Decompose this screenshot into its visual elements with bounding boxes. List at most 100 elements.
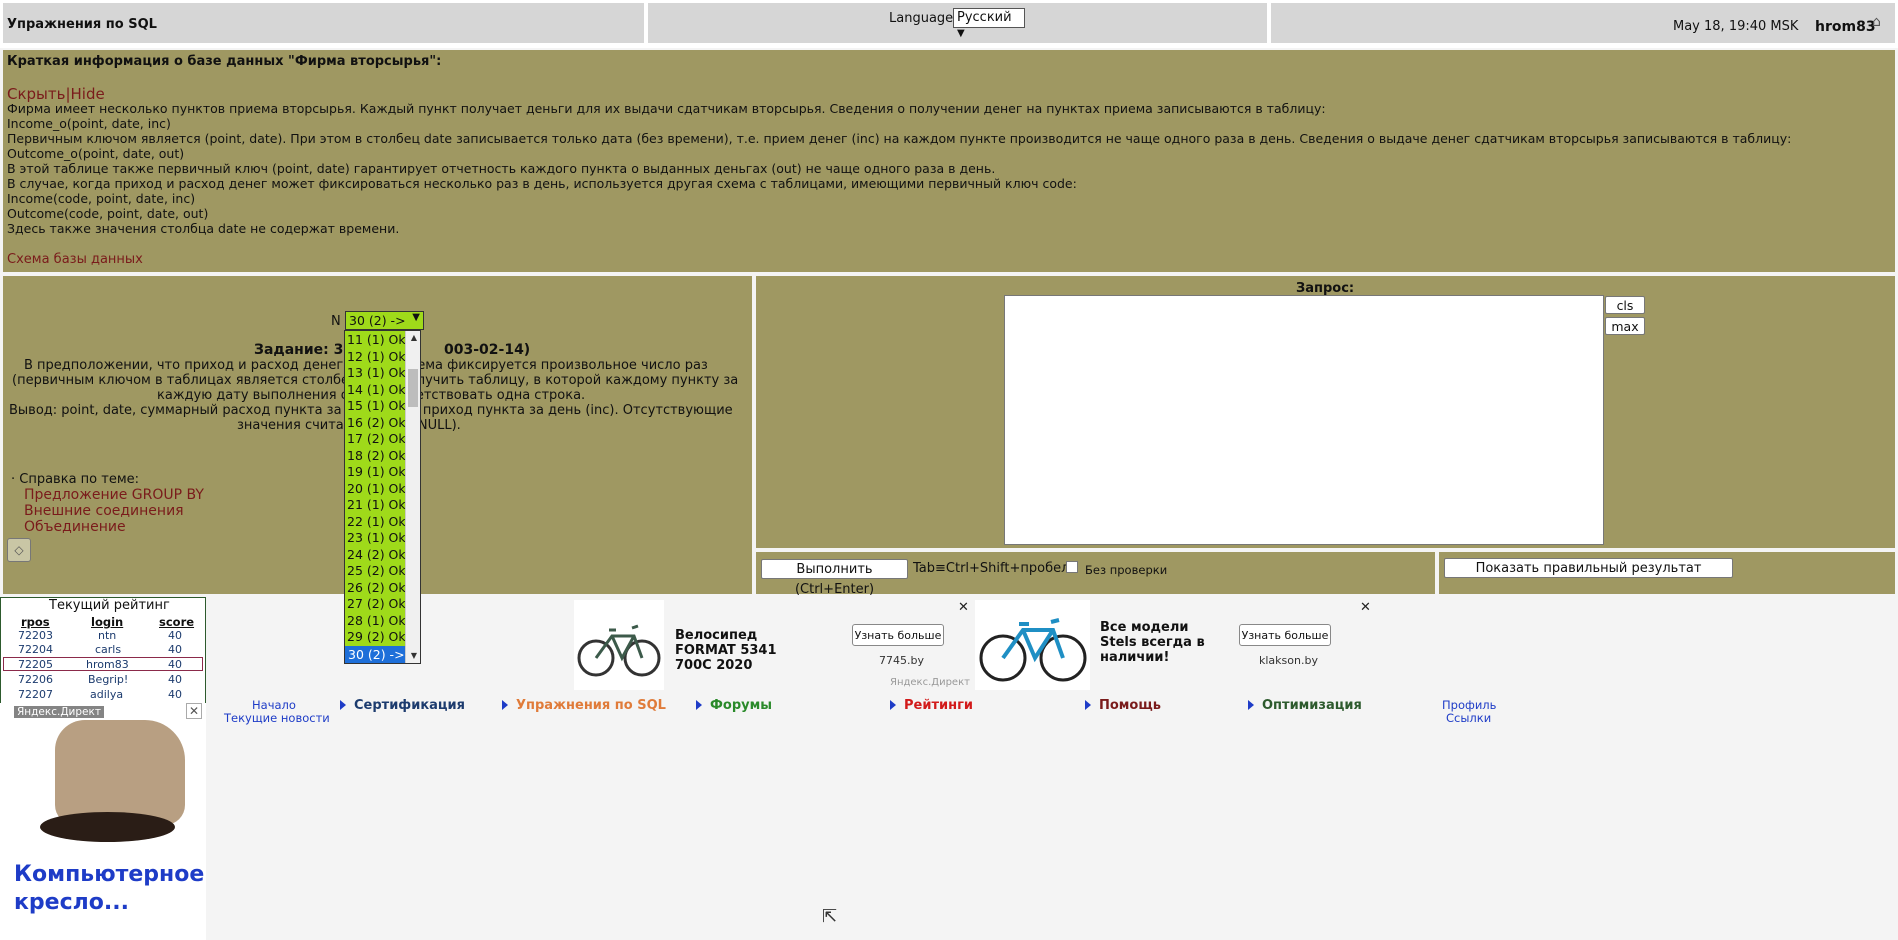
dropdown-option[interactable]: 13 (1) Ok bbox=[347, 365, 407, 381]
username[interactable]: hrom83 bbox=[1815, 19, 1876, 35]
learn-more-button[interactable]: Узнать больше bbox=[852, 624, 944, 646]
help-link-union[interactable]: Объединение bbox=[24, 519, 126, 535]
dropdown-option[interactable]: 11 (1) Ok bbox=[347, 332, 407, 348]
rating-rpos: 72203 bbox=[18, 629, 53, 642]
dropdown-option[interactable]: 25 (2) Ok bbox=[347, 563, 407, 579]
nav-profile[interactable]: Профиль bbox=[1442, 698, 1496, 712]
dropdown-option[interactable]: 18 (2) Ok bbox=[347, 448, 407, 464]
rating-login[interactable]: adilya bbox=[90, 688, 123, 701]
bike-ad-image[interactable] bbox=[574, 600, 664, 690]
dropdown-option[interactable]: 17 (2) Ok bbox=[347, 431, 407, 447]
close-icon[interactable]: ✕ bbox=[958, 600, 969, 615]
bike-ad-title[interactable]: Велосипед FORMAT 5341 700C 2020 bbox=[675, 628, 815, 673]
bike-ad-image[interactable] bbox=[975, 600, 1090, 690]
max-button[interactable]: max bbox=[1605, 317, 1645, 335]
close-icon[interactable]: ✕ bbox=[186, 703, 202, 719]
dropdown-option[interactable]: 29 (2) Ok bbox=[347, 629, 407, 645]
rating-rpos: 72207 bbox=[18, 688, 53, 701]
task-number-label: N bbox=[331, 314, 341, 329]
bike-ad-title[interactable]: Все модели Stels всегда в наличии! bbox=[1100, 620, 1220, 665]
nav-forums[interactable]: Форумы bbox=[710, 698, 772, 713]
help-link-group-by[interactable]: Предложение GROUP BY bbox=[24, 487, 204, 503]
language-select[interactable]: Русский ▼ bbox=[953, 8, 1025, 39]
rating-login[interactable]: hrom83 bbox=[86, 658, 129, 671]
rating-header-rpos[interactable]: rpos bbox=[21, 615, 50, 629]
info-line: Income(code, point, date, inc) bbox=[7, 191, 196, 206]
rating-header-login[interactable]: login bbox=[91, 615, 123, 629]
rating-score: 40 bbox=[168, 688, 182, 701]
nav-links[interactable]: Ссылки bbox=[1446, 711, 1491, 725]
chair-ad-text[interactable]: Компьютерное кресло... bbox=[14, 861, 204, 917]
info-line: Outcome(code, point, date, out) bbox=[7, 206, 209, 221]
dropdown-option[interactable]: 26 (2) Ok bbox=[347, 580, 407, 596]
schema-link[interactable]: Схема базы данных bbox=[7, 252, 143, 267]
no-check-checkbox[interactable] bbox=[1066, 561, 1078, 573]
chair-image[interactable] bbox=[55, 720, 185, 825]
yandex-direct-label: Яндекс.Директ bbox=[14, 706, 104, 718]
rating-score: 40 bbox=[168, 673, 182, 686]
scroll-down-icon[interactable]: ▼ bbox=[411, 651, 417, 660]
dropdown-option[interactable]: 16 (2) Ok bbox=[347, 415, 407, 431]
rating-login[interactable]: ntn bbox=[98, 629, 116, 642]
nav-news[interactable]: Текущие новости bbox=[224, 711, 330, 725]
task-select-value: 30 (2) -> bbox=[349, 313, 406, 328]
info-line: Фирма имеет несколько пунктов приема вто… bbox=[7, 101, 1326, 116]
nav-help[interactable]: Помощь bbox=[1099, 698, 1161, 713]
dropdown-option[interactable]: 21 (1) Ok bbox=[347, 497, 407, 513]
dropdown-option[interactable]: 14 (1) Ok bbox=[347, 382, 407, 398]
execute-button[interactable]: Выполнить (Ctrl+Enter) bbox=[761, 559, 908, 597]
info-arrow-icon[interactable]: ◇ bbox=[7, 538, 31, 562]
nav-exercises[interactable]: Упражнения по SQL bbox=[516, 698, 666, 713]
dropdown-option[interactable]: 28 (1) Ok bbox=[347, 613, 407, 629]
dropdown-option[interactable]: 20 (1) Ok bbox=[347, 481, 407, 497]
learn-more-button[interactable]: Узнать больше bbox=[1239, 624, 1331, 646]
task-select[interactable]: 30 (2) -> ▼ bbox=[345, 311, 424, 330]
nav-ratings[interactable]: Рейтинги bbox=[904, 698, 973, 713]
show-result-button[interactable]: Показать правильный результат bbox=[1444, 558, 1733, 578]
dropdown-option[interactable]: 23 (1) Ok bbox=[347, 530, 407, 546]
info-title: Краткая информация о базе данных "Фирма … bbox=[7, 54, 442, 69]
close-icon[interactable]: ✕ bbox=[1360, 600, 1371, 615]
scrollbar-thumb[interactable] bbox=[408, 369, 418, 407]
nav-start[interactable]: Начало bbox=[252, 698, 296, 712]
home-icon[interactable]: ⌂ bbox=[1872, 14, 1886, 30]
site-title: Упражнения по SQL bbox=[7, 17, 157, 32]
help-label: · Справка по теме: bbox=[11, 472, 140, 487]
ad-domain[interactable]: klakson.by bbox=[1259, 654, 1318, 667]
task-title-date: 003-02-14) bbox=[444, 342, 531, 358]
rating-score: 40 bbox=[168, 643, 182, 656]
dropdown-option[interactable]: 15 (1) Ok bbox=[347, 398, 407, 414]
rating-login[interactable]: Begrip! bbox=[88, 673, 128, 686]
rating-login[interactable]: carls bbox=[95, 643, 121, 656]
hotkey-label: Tab≡Ctrl+Shift+пробел bbox=[913, 561, 1070, 576]
nav-optimization[interactable]: Оптимизация bbox=[1262, 698, 1362, 713]
dropdown-scrollbar[interactable]: ▲ ▼ bbox=[405, 331, 420, 663]
dropdown-option-selected[interactable]: 30 (2) -> bbox=[345, 646, 406, 663]
info-line: В случае, когда приход и расход денег мо… bbox=[7, 176, 1077, 191]
arrow-right-icon bbox=[340, 700, 346, 710]
help-link-outer-joins[interactable]: Внешние соединения bbox=[24, 503, 184, 519]
dropdown-option[interactable]: 27 (2) Ok bbox=[347, 596, 407, 612]
arrow-right-icon bbox=[502, 700, 508, 710]
chevron-down-icon: ▼ bbox=[412, 312, 420, 323]
arrow-right-icon bbox=[890, 700, 896, 710]
rating-header-score[interactable]: score bbox=[159, 615, 194, 629]
rating-score: 40 bbox=[168, 658, 182, 671]
dropdown-option[interactable]: 24 (2) Ok bbox=[347, 547, 407, 563]
top-bar-right bbox=[1271, 3, 1895, 43]
task-dropdown-list[interactable]: 11 (1) Ok 12 (1) Ok 13 (1) Ok 14 (1) Ok … bbox=[344, 330, 421, 664]
chevron-down-icon: ▼ bbox=[957, 28, 965, 39]
datetime: May 18, 19:40 MSK bbox=[1673, 19, 1799, 34]
rating-title: Текущий рейтинг bbox=[49, 598, 170, 613]
no-check-label: Без проверки bbox=[1085, 563, 1168, 577]
scroll-up-icon[interactable]: ▲ bbox=[411, 333, 417, 342]
dropdown-option[interactable]: 12 (1) Ok bbox=[347, 349, 407, 365]
dropdown-option[interactable]: 22 (1) Ok bbox=[347, 514, 407, 530]
info-line: Первичным ключом является (point, date).… bbox=[7, 131, 1792, 146]
cls-button[interactable]: cls bbox=[1605, 296, 1645, 314]
query-textarea[interactable] bbox=[1004, 295, 1604, 545]
nav-certification[interactable]: Сертификация bbox=[354, 698, 465, 713]
yandex-direct-label: Яндекс.Директ bbox=[890, 677, 970, 688]
ad-domain[interactable]: 7745.by bbox=[879, 654, 924, 667]
dropdown-option[interactable]: 19 (1) Ok bbox=[347, 464, 407, 480]
